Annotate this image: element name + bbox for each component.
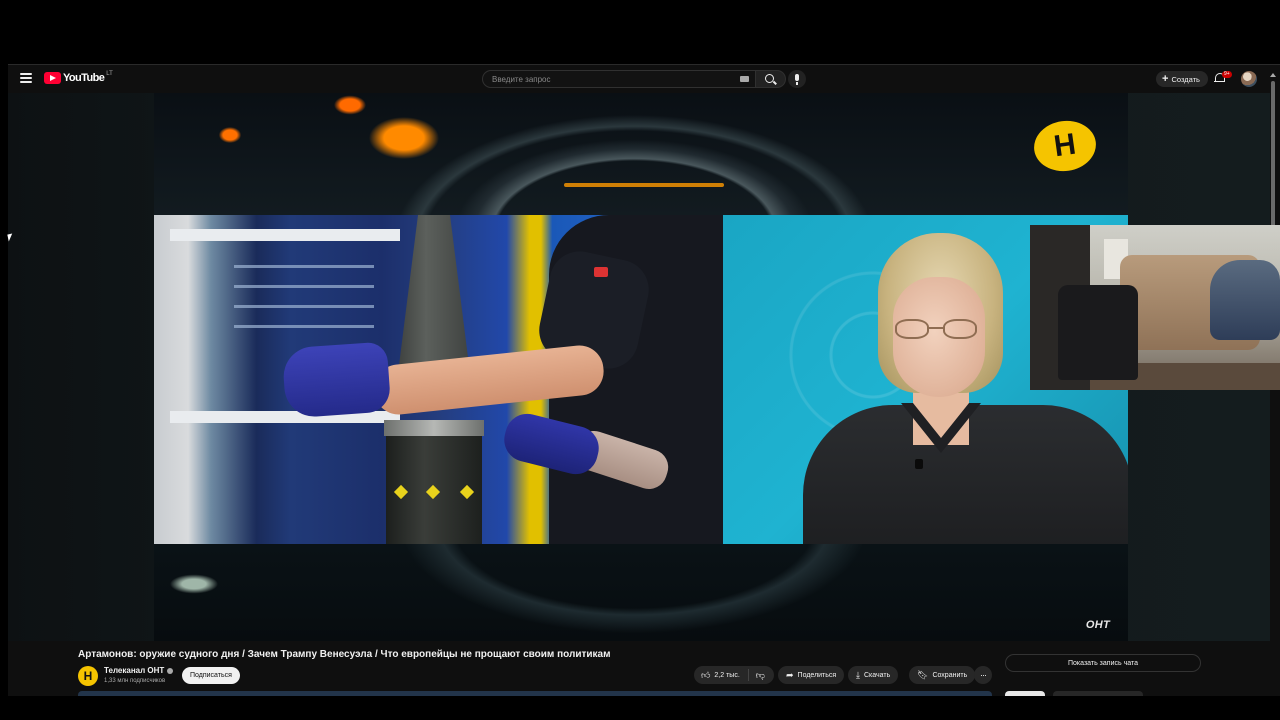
create-button[interactable]: + Создать bbox=[1156, 71, 1208, 87]
factory-footage bbox=[154, 215, 723, 544]
subscribe-button[interactable]: Подписаться bbox=[182, 667, 240, 684]
verified-icon bbox=[167, 667, 174, 674]
youtube-play-icon bbox=[44, 72, 61, 84]
search-bar bbox=[482, 70, 786, 88]
subscriber-count: 1,33 млн подписчиков bbox=[104, 678, 166, 684]
search-icon bbox=[765, 74, 774, 83]
screen-bottom-border bbox=[0, 696, 1280, 720]
plus-icon: + bbox=[1162, 72, 1169, 85]
channel-watermark: ОНТ bbox=[1085, 619, 1110, 631]
create-label: Создать bbox=[1171, 74, 1200, 84]
ont-logo-letter: Н bbox=[1051, 127, 1078, 164]
search-box[interactable] bbox=[482, 70, 756, 88]
dislike-button[interactable]: 👎︎ bbox=[749, 670, 772, 681]
studio-light bbox=[564, 183, 724, 187]
shelf bbox=[170, 229, 400, 241]
notification-badge: 9+ bbox=[1222, 71, 1232, 78]
studio-background-top: Н bbox=[154, 93, 1128, 215]
download-button[interactable]: ⤓ Скачать bbox=[848, 666, 899, 684]
ont-channel-logo: Н bbox=[1030, 116, 1100, 176]
video-title: Артамонов: оружие судного дня / Зачем Тр… bbox=[78, 649, 611, 660]
channel-name[interactable]: Телеканал ОНТ bbox=[104, 666, 164, 675]
channel-name-row[interactable]: Телеканал ОНТ bbox=[104, 666, 174, 675]
share-button[interactable]: ➦ Поделиться bbox=[778, 666, 845, 684]
rack-line bbox=[234, 305, 374, 308]
search-button[interactable] bbox=[756, 70, 786, 88]
blue-glove bbox=[281, 341, 392, 419]
show-chat-replay-button[interactable]: Показать запись чата bbox=[1005, 654, 1201, 672]
channel-avatar[interactable]: Н bbox=[78, 666, 98, 686]
thumbs-down-icon: 👎︎ bbox=[755, 669, 765, 680]
like-button[interactable]: 👍︎ 2,2 тыс. bbox=[694, 669, 749, 681]
screen-top-border bbox=[0, 0, 1280, 64]
sleeve-patch bbox=[594, 267, 608, 277]
like-count: 2,2 тыс. bbox=[714, 671, 740, 679]
lavalier-mic bbox=[915, 459, 923, 469]
glasses bbox=[895, 319, 983, 341]
download-label: Скачать bbox=[863, 671, 891, 679]
save-button[interactable]: 🔖︎ Сохранить bbox=[909, 666, 976, 684]
like-dislike-group: 👍︎ 2,2 тыс. 👎︎ bbox=[694, 666, 774, 684]
more-icon: ··· bbox=[980, 670, 987, 680]
channel-avatar-letter: Н bbox=[83, 669, 93, 683]
webcam-chair bbox=[1058, 285, 1138, 380]
video-player[interactable]: Н ОНТ bbox=[154, 93, 1128, 641]
scrollbar-thumb[interactable] bbox=[1271, 81, 1275, 229]
save-label: Сохранить bbox=[932, 671, 968, 679]
shell-band bbox=[384, 420, 484, 436]
youtube-window: YouTube LT + Создать 9+ Н bbox=[8, 64, 1280, 697]
rack-line bbox=[234, 285, 374, 288]
youtube-logo[interactable]: YouTube LT bbox=[44, 71, 113, 84]
share-label: Поделиться bbox=[797, 671, 837, 679]
video-info: Артамонов: оружие судного дня / Зачем Тр… bbox=[8, 641, 1270, 697]
rack-line bbox=[234, 325, 374, 328]
bookmark-icon: 🔖︎ bbox=[917, 669, 929, 680]
avatar[interactable] bbox=[1241, 71, 1257, 87]
voice-search-mic-icon[interactable] bbox=[788, 70, 806, 88]
search-input[interactable] bbox=[492, 74, 722, 84]
thumbs-up-icon: 👍︎ bbox=[701, 669, 711, 680]
webcam-person bbox=[1210, 260, 1280, 340]
masthead: YouTube LT + Создать 9+ bbox=[8, 65, 1280, 93]
menu-icon[interactable] bbox=[20, 73, 32, 83]
scroll-up-arrow-icon[interactable] bbox=[1270, 73, 1276, 77]
keyboard-icon[interactable] bbox=[740, 76, 749, 82]
more-actions-button[interactable]: ··· bbox=[974, 666, 992, 684]
streamer-webcam-overlay bbox=[1030, 225, 1280, 390]
share-icon: ➦ bbox=[786, 669, 794, 680]
logo-text: YouTube bbox=[63, 72, 105, 84]
studio-background-bottom: ОНТ bbox=[154, 544, 1128, 641]
rack-line bbox=[234, 265, 374, 268]
download-icon: ⤓ bbox=[856, 669, 860, 680]
logo-country: LT bbox=[106, 71, 113, 77]
